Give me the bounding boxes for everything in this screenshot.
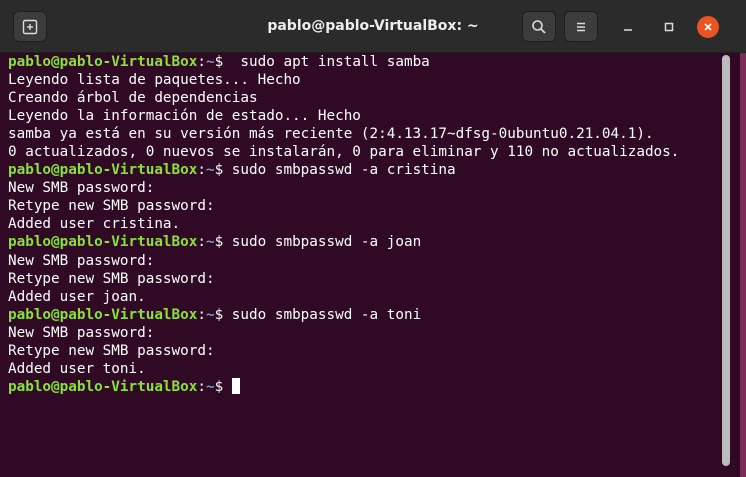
search-icon [532,19,546,34]
menu-button[interactable] [564,11,598,42]
prompt-separator: : [197,378,206,395]
output-line: Added user joan. [8,288,146,305]
terminal-window: pablo@pablo-VirtualBox: ~ pablo@pablo-Vi… [0,0,746,477]
prompt-path: ~ [205,54,215,70]
output-line: Leyendo la información de estado... Hech… [8,108,361,125]
scrollbar[interactable] [722,55,730,466]
prompt-user: pablo@pablo-VirtualBox [8,306,198,323]
prompt-line: pablo@pablo-VirtualBox:~$ sudo smbpasswd… [8,233,720,251]
prompt-path: ~ [205,378,215,395]
prompt-symbol: $ [214,234,224,251]
new-tab-button[interactable] [13,11,47,42]
prompt-user: pablo@pablo-VirtualBox [8,378,198,395]
prompt-separator: : [197,54,206,70]
minimize-button[interactable] [617,16,639,38]
prompt-symbol: $ [214,378,224,395]
output-line: Added user cristina. [8,216,181,233]
output-line: Added user toni. [8,360,146,377]
window-title: pablo@pablo-VirtualBox: ~ [267,18,479,34]
prompt-line: pablo@pablo-VirtualBox:~$ [8,377,720,396]
prompt-line: pablo@pablo-VirtualBox:~$ sudo smbpasswd… [8,306,720,324]
output-line: 0 actualizados, 0 nuevos se instalarán, … [8,144,680,161]
prompt-separator: : [197,162,206,179]
prompt-path: ~ [205,162,215,179]
new-tab-icon [22,19,38,34]
output-line: Retype new SMB password: [8,342,215,359]
command-text: sudo smbpasswd -a toni [223,306,422,323]
prompt-symbol: $ [214,162,224,179]
close-button[interactable] [697,16,719,38]
prompt-symbol: $ [214,54,224,70]
command-text: sudo apt install samba [223,54,430,70]
output-line: New SMB password: [8,252,155,269]
prompt-path: ~ [205,234,215,251]
command-text: sudo smbpasswd -a cristina [223,162,456,179]
title-bar[interactable]: pablo@pablo-VirtualBox: ~ [0,0,746,53]
terminal-output[interactable]: pablo@pablo-VirtualBox:~$ sudo apt insta… [8,53,720,473]
search-button[interactable] [522,11,556,42]
prompt-line: pablo@pablo-VirtualBox:~$ sudo apt insta… [8,53,720,71]
prompt-user: pablo@pablo-VirtualBox [8,54,198,70]
output-line: New SMB password: [8,324,155,341]
prompt-line: pablo@pablo-VirtualBox:~$ sudo smbpasswd… [8,161,720,179]
prompt-user: pablo@pablo-VirtualBox [8,162,198,179]
hamburger-menu-icon [577,22,585,31]
text-cursor [231,377,240,394]
prompt-user: pablo@pablo-VirtualBox [8,234,198,251]
output-line: Retype new SMB password: [8,270,215,287]
prompt-symbol: $ [214,306,224,323]
output-line: Retype new SMB password: [8,198,215,215]
prompt-separator: : [197,306,206,323]
window-edge [740,53,746,477]
output-line: Creando árbol de dependencias [8,90,258,107]
maximize-button[interactable] [658,16,680,38]
command-text: sudo smbpasswd -a joan [223,234,422,251]
prompt-path: ~ [205,306,215,323]
output-line: Leyendo lista de paquetes... Hecho [8,72,301,89]
maximize-icon [664,22,674,32]
close-icon [704,23,712,31]
prompt-separator: : [197,234,206,251]
output-line: samba ya está en su versión más reciente… [8,126,654,143]
output-line: New SMB password: [8,180,155,197]
minimize-icon [624,29,632,31]
command-text [223,379,232,395]
